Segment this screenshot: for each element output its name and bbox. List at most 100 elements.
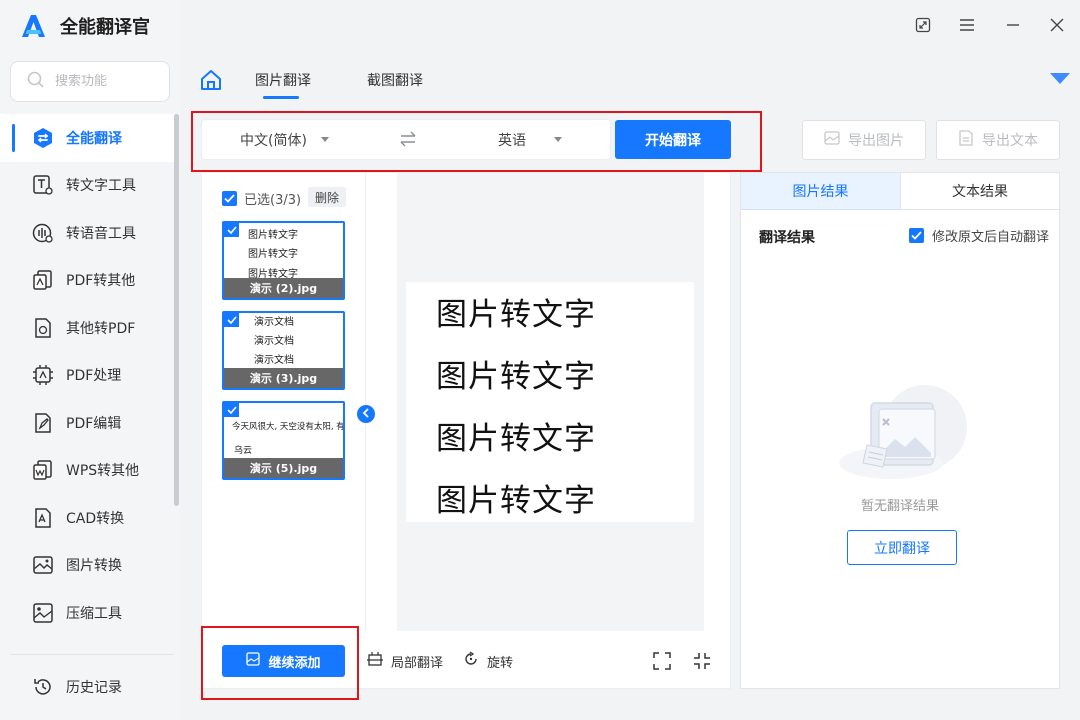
- sidebar-item-label: 压缩工具: [66, 605, 122, 622]
- voice-tool-icon: [32, 222, 54, 244]
- sidebar-item-cad[interactable]: CAD转换: [0, 494, 174, 542]
- pdf-convert-icon: [32, 269, 54, 291]
- crop-icon: [367, 651, 383, 671]
- result-panel: 图片结果 文本结果 翻译结果 修改原文后自动翻译 暂无翻译结果 立即翻译: [740, 172, 1060, 689]
- expand-triangle-icon[interactable]: [1050, 73, 1070, 84]
- thumbnail-item[interactable]: 演示文档 演示文档 演示文档 演示 (3).jpg: [222, 311, 345, 390]
- rotate-icon: [463, 651, 479, 671]
- home-icon[interactable]: [199, 68, 223, 92]
- chevron-left-icon: [362, 406, 370, 422]
- selected-count: 已选(3/3): [244, 193, 302, 208]
- fit-screen-icon[interactable]: [692, 651, 712, 671]
- rotate-label: 旋转: [487, 655, 514, 671]
- close-icon[interactable]: [1046, 14, 1068, 36]
- select-all-checkbox[interactable]: 已选(3/3): [222, 189, 301, 208]
- image-convert-icon: [32, 554, 54, 576]
- sidebar-divider: [10, 654, 174, 655]
- compact-mode-icon[interactable]: [912, 14, 934, 36]
- thumbnail-text-line: 今天风很大, 天空没有太阳, 有满一片: [232, 422, 345, 432]
- sidebar-item-image-convert[interactable]: 图片转换: [0, 542, 174, 590]
- sidebar-item-translate[interactable]: 全能翻译: [0, 114, 174, 162]
- tab-image-translate[interactable]: 图片翻译: [255, 70, 311, 90]
- tab-text-result[interactable]: 文本结果: [900, 173, 1059, 210]
- thumbnail-caption: 演示 (5).jpg: [224, 458, 343, 478]
- search-input[interactable]: [55, 74, 155, 89]
- thumbnail-text-line: 演示文档: [254, 355, 294, 366]
- empty-result-illustration-icon: [831, 379, 971, 489]
- minimize-icon[interactable]: [1002, 14, 1024, 36]
- sidebar-item-label: WPS转其他: [66, 463, 140, 480]
- rotate-button[interactable]: 旋转: [463, 651, 513, 671]
- menu-icon[interactable]: [956, 14, 978, 36]
- tab-image-result[interactable]: 图片结果: [741, 173, 900, 210]
- history-icon: [32, 676, 54, 698]
- delete-button[interactable]: 删除: [308, 187, 346, 207]
- sidebar-item-label: 图片转换: [66, 558, 122, 575]
- text-tool-icon: [32, 174, 54, 196]
- sidebar-item-wps-convert[interactable]: WPS转其他: [0, 447, 174, 495]
- sidebar-item-label: CAD转换: [66, 510, 125, 527]
- sidebar-item-label: PDF处理: [66, 368, 122, 385]
- sidebar: 全能翻译官 全能翻译 转文字工具 转语音工具: [0, 0, 180, 720]
- image-icon: [824, 130, 840, 150]
- search-box[interactable]: [10, 61, 170, 102]
- fullscreen-icon[interactable]: [652, 651, 672, 671]
- sidebar-item-pdf-convert[interactable]: PDF转其他: [0, 257, 174, 305]
- preview-text-line: 图片转文字: [436, 297, 596, 333]
- export-text-button[interactable]: 导出文本: [936, 120, 1060, 160]
- sidebar-item-label: 转语音工具: [66, 225, 136, 242]
- export-image-button[interactable]: 导出图片: [802, 120, 926, 160]
- work-panel: 已选(3/3) 删除 图片转文字 图片转文字 图片转文字 演示 (2).jpg …: [201, 172, 731, 689]
- pdf-process-icon: [32, 364, 54, 386]
- sidebar-item-label: 历史记录: [66, 679, 122, 696]
- app-logo-icon: [18, 11, 48, 41]
- thumbnail-text-line: 图片转文字: [248, 249, 298, 260]
- thumbnail-item[interactable]: 图片转文字 图片转文字 图片转文字 演示 (2).jpg: [222, 221, 345, 300]
- checkbox-checked-icon: [909, 228, 924, 243]
- cad-icon: [32, 507, 54, 529]
- checkbox-checked-icon: [224, 223, 239, 237]
- sidebar-item-pdf-edit[interactable]: PDF编辑: [0, 399, 174, 447]
- search-icon: [27, 71, 45, 93]
- sidebar-item-compress[interactable]: 压缩工具: [0, 589, 174, 637]
- thumbnail-item[interactable]: 今天风很大, 天空没有太阳, 有满一片 乌云 演示 (5).jpg: [222, 401, 345, 480]
- thumbnail-caption: 演示 (2).jpg: [224, 278, 343, 298]
- sidebar-item-pdf-process[interactable]: PDF处理: [0, 352, 174, 400]
- thumbnail-text-line: 演示文档: [254, 336, 294, 347]
- preview-text-line: 图片转文字: [436, 421, 596, 457]
- sidebar-scrollbar[interactable]: [174, 114, 179, 506]
- document-icon: [958, 130, 974, 150]
- sidebar-item-to-pdf[interactable]: 其他转PDF: [0, 304, 174, 352]
- thumbnail-list: 已选(3/3) 删除 图片转文字 图片转文字 图片转文字 演示 (2).jpg …: [202, 173, 366, 631]
- sidebar-item-history[interactable]: 历史记录: [0, 663, 174, 711]
- sidebar-item-label: 其他转PDF: [66, 320, 136, 337]
- sidebar-nav: 全能翻译 转文字工具 转语音工具 PDF转其他 其他转PDF PDF处理 PDF…: [0, 114, 174, 637]
- auto-translate-checkbox[interactable]: 修改原文后自动翻译: [909, 226, 1049, 245]
- tab-screenshot-translate[interactable]: 截图翻译: [367, 70, 423, 90]
- sidebar-item-label: 全能翻译: [66, 130, 122, 147]
- checkbox-checked-icon: [224, 313, 239, 327]
- sidebar-item-label: 转文字工具: [66, 178, 136, 195]
- checkbox-checked-icon: [222, 191, 237, 206]
- thumbnail-text-line: 乌云: [234, 446, 253, 456]
- thumbnail-caption: 演示 (3).jpg: [224, 368, 343, 388]
- sidebar-item-label: PDF编辑: [66, 415, 122, 432]
- thumbnail-text-line: 演示文档: [254, 317, 294, 328]
- collapse-list-button[interactable]: [357, 405, 375, 423]
- thumbnail-text-line: 图片转文字: [248, 230, 298, 241]
- preview-text-line: 图片转文字: [436, 359, 596, 395]
- partial-translate-label: 局部翻译: [391, 655, 444, 671]
- export-image-label: 导出图片: [848, 133, 904, 149]
- highlight-box-add-button: [201, 626, 359, 700]
- partial-translate-button[interactable]: 局部翻译: [367, 651, 443, 671]
- translate-now-button[interactable]: 立即翻译: [847, 530, 957, 565]
- sidebar-item-label: PDF转其他: [66, 273, 136, 290]
- highlight-box-language-bar: [191, 111, 762, 172]
- sidebar-item-text-tool[interactable]: 转文字工具: [0, 162, 174, 210]
- app-title: 全能翻译官: [60, 17, 150, 38]
- sidebar-item-voice-tool[interactable]: 转语音工具: [0, 209, 174, 257]
- checkbox-checked-icon: [224, 403, 239, 417]
- export-text-label: 导出文本: [982, 133, 1038, 149]
- empty-result-text: 暂无翻译结果: [860, 499, 939, 514]
- app-logo: 全能翻译官: [18, 10, 150, 42]
